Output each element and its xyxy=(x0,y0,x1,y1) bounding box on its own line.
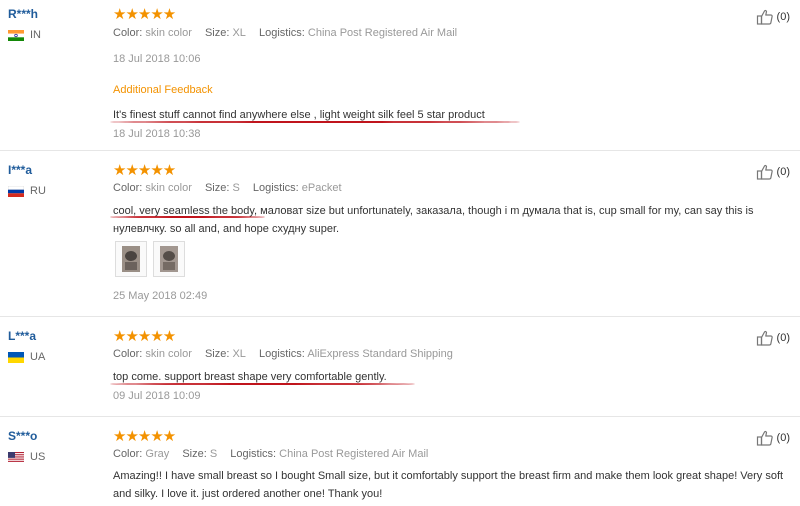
review-photo-thumbnail[interactable] xyxy=(115,241,147,277)
highlight-underline xyxy=(110,216,265,218)
thumbs-up-icon xyxy=(756,163,774,181)
size-value: S xyxy=(232,182,240,194)
reviewer-country: UA xyxy=(8,351,45,363)
logistics-key: Logistics: xyxy=(252,182,299,194)
review-text: Amazing!! I have small breast so I bough… xyxy=(113,470,784,500)
color-value: skin color xyxy=(145,27,192,39)
helpful-button[interactable]: (0) xyxy=(756,8,790,26)
size-value: XL xyxy=(232,348,246,360)
order-info: Color: skin color Size: XL Logistics: Al… xyxy=(113,348,453,360)
star-rating: ★★★★★ xyxy=(113,6,176,23)
helpful-count: (0) xyxy=(776,432,790,444)
helpful-count: (0) xyxy=(776,166,790,178)
helpful-button[interactable]: (0) xyxy=(756,429,790,447)
color-key: Color: xyxy=(113,448,143,460)
country-code: RU xyxy=(30,185,46,197)
logistics-key: Logistics: xyxy=(259,27,305,39)
additional-feedback-title: Additional Feedback xyxy=(113,84,213,96)
reviewer-country: RU xyxy=(7,185,46,197)
reviewer-name[interactable]: L***a xyxy=(8,329,36,343)
review-divider xyxy=(0,150,800,151)
order-info: Color: Gray Size: S Logistics: China Pos… xyxy=(113,448,428,460)
review-photo-thumbnail[interactable] xyxy=(153,241,185,277)
logistics-key: Logistics: xyxy=(230,448,277,460)
order-info: Color: skin color Size: XL Logistics: Ch… xyxy=(113,27,457,39)
reviewer-country: US xyxy=(8,451,45,463)
logistics-value: ePacket xyxy=(301,182,342,194)
flag-in-icon xyxy=(8,29,24,41)
star-rating: ★★★★★ xyxy=(113,428,176,445)
highlight-underline xyxy=(110,121,520,123)
review-date: 09 Jul 2018 10:09 xyxy=(113,390,201,402)
logistics-value: China Post Registered Air Mail xyxy=(307,27,458,39)
country-code: IN xyxy=(30,29,41,41)
order-info: Color: skin color Size: S Logistics: ePa… xyxy=(113,182,342,194)
thumbs-up-icon xyxy=(756,329,774,347)
logistics-key: Logistics: xyxy=(259,348,305,360)
color-key: Color: xyxy=(113,27,143,39)
review-text: cool, very seamless the body, маловат si… xyxy=(113,205,754,235)
logistics-value: China Post Registered Air Mail xyxy=(279,448,429,460)
helpful-button[interactable]: (0) xyxy=(756,163,790,181)
color-key: Color: xyxy=(113,182,143,194)
thumbs-up-icon xyxy=(756,429,774,447)
reviewer-name[interactable]: R***h xyxy=(8,7,38,21)
color-value: Gray xyxy=(145,448,170,460)
reviewer-country: IN xyxy=(8,29,41,41)
size-key: Size: xyxy=(182,448,207,460)
color-value: skin color xyxy=(145,348,192,360)
country-code: UA xyxy=(30,351,46,363)
reviewer-name[interactable]: I***a xyxy=(8,163,32,177)
star-rating: ★★★★★ xyxy=(113,328,176,345)
size-key: Size: xyxy=(204,348,230,360)
review-date: 18 Jul 2018 10:06 xyxy=(113,53,201,65)
flag-ua-icon xyxy=(8,351,24,363)
star-rating: ★★★★★ xyxy=(113,162,176,179)
size-key: Size: xyxy=(204,182,230,194)
helpful-button[interactable]: (0) xyxy=(756,329,790,347)
country-code: US xyxy=(30,451,46,463)
flag-ru-icon xyxy=(7,185,25,197)
size-value: S xyxy=(209,448,218,460)
logistics-value: AliExpress Standard Shipping xyxy=(307,348,453,360)
helpful-count: (0) xyxy=(776,11,790,23)
helpful-count: (0) xyxy=(776,332,790,344)
review-date: 25 May 2018 02:49 xyxy=(113,290,208,302)
flag-us-icon xyxy=(8,451,24,463)
size-value: XL xyxy=(232,27,246,39)
color-value: skin color xyxy=(145,182,192,194)
review-divider xyxy=(0,416,800,417)
highlight-underline xyxy=(110,383,415,385)
thumbs-up-icon xyxy=(756,8,774,26)
reviewer-name[interactable]: S***o xyxy=(8,429,37,443)
size-key: Size: xyxy=(204,27,230,39)
color-key: Color: xyxy=(113,348,143,360)
additional-feedback-date: 18 Jul 2018 10:38 xyxy=(113,128,201,140)
review-divider xyxy=(0,316,800,317)
